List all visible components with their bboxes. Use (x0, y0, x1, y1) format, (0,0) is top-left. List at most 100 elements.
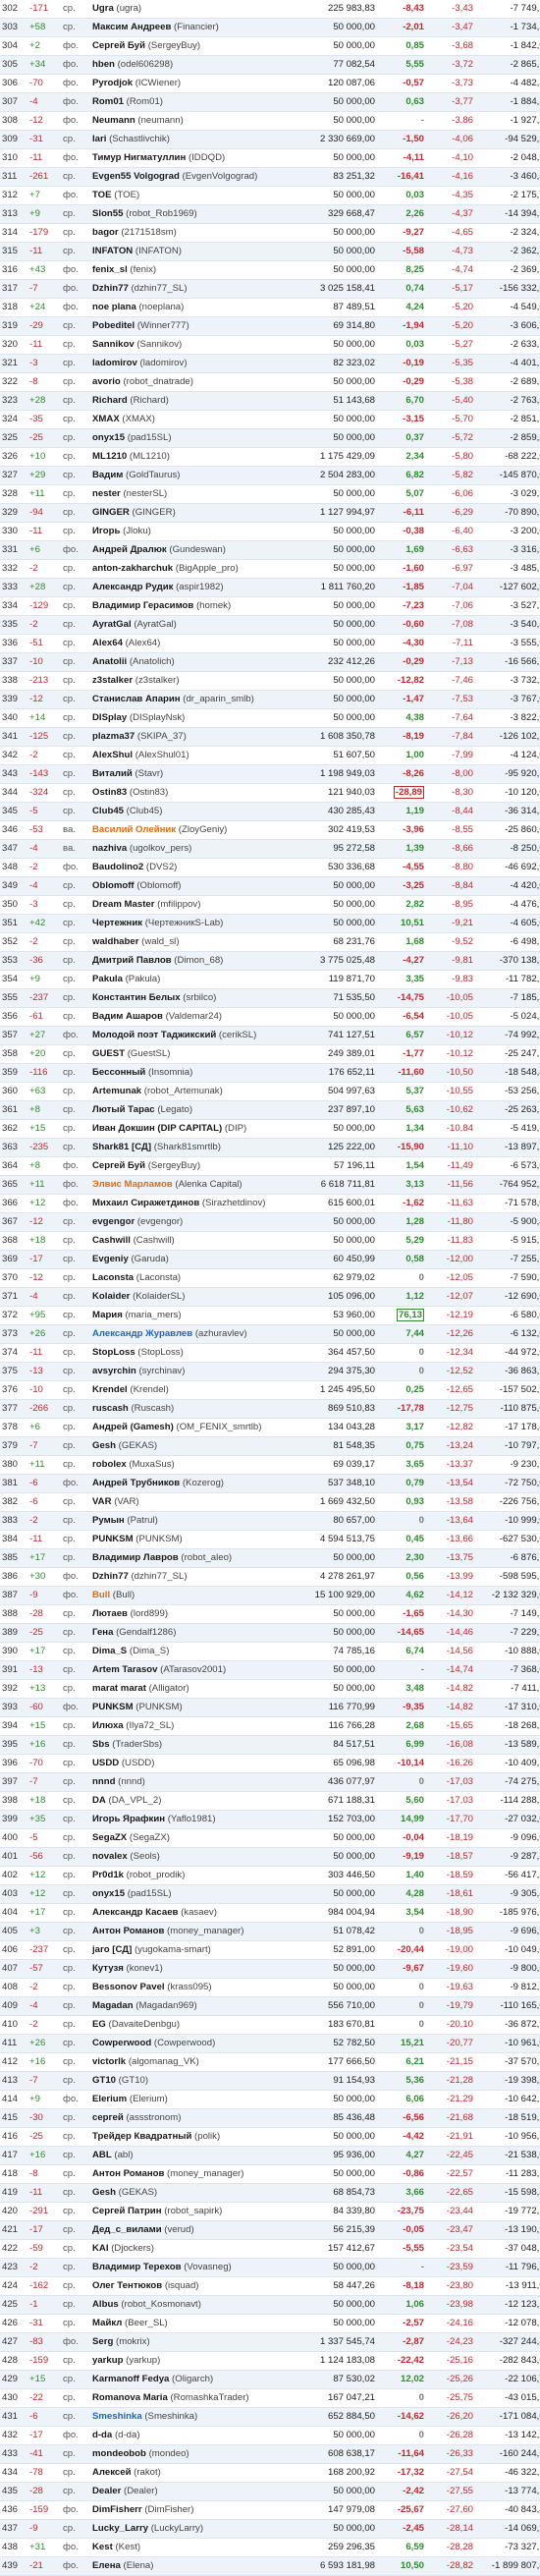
participant-name-link[interactable]: Bessonov Pavel (92, 1982, 165, 1992)
table-row[interactable]: 345 -5 ср. Club45 (Club45) 430 285,43 1,19 -8,… (0, 802, 540, 821)
table-row[interactable]: 316 +43 фо. fenix_sl (fenix) 50 000,00 8,25 -4… (0, 260, 540, 280)
table-row[interactable]: 318 +24 фо. noe plana (noeplana) 87 489,51 4,… (0, 298, 540, 317)
participant-name-link[interactable]: GINGER (92, 507, 130, 518)
table-row[interactable]: 431 -6 ср. Smeshinka (Smeshinka) 652 884,50-… (0, 2407, 540, 2427)
table-row[interactable]: 328 +11 ср. nester (nesterSL) 50 000,00 5,07-… (0, 484, 540, 504)
table-row[interactable]: 408 -2 ср. Bessonov Pavel (krass095) 50 000,… (0, 1978, 540, 1997)
table-row[interactable]: 421 -17 ср. Дед_с_вилами (verud) 56 215,39 -0… (0, 2220, 540, 2240)
participant-name-link[interactable]: Александр Журавлев (92, 1328, 192, 1339)
participant-name-link[interactable]: Дед_с_вилами (92, 2224, 162, 2235)
participant-name-link[interactable]: Александр Рудик (92, 582, 173, 592)
table-row[interactable]: 391 -13 ср. Artem Tarasov (ATarasov2001) 50 … (0, 1660, 540, 1680)
table-row[interactable]: 358 +20 ср. GUEST (GuestSL) 249 389,01 -1,77-… (0, 1044, 540, 1064)
table-row[interactable]: 417 +16 ср. ABL (abl) 95 936,00 4,27 -22,45 -21… (0, 2146, 540, 2165)
table-row[interactable]: 335 -2 ср. AyratGal (AyratGal) 50 000,00 -0,6… (0, 615, 540, 635)
table-row[interactable]: 324 -35 ср. XMAX (XMAX) 50 000,00 -3,15 -5,70-… (0, 410, 540, 429)
table-row[interactable]: 362 +15 ср. Иван Докшин (DIP CAPITAL) (DIP)… (0, 1119, 540, 1139)
participant-name-link[interactable]: Bull (92, 1590, 110, 1600)
table-row[interactable]: 409 -4 ср. Magadan (Magadan969) 556 710,00 0-… (0, 1996, 540, 2016)
table-row[interactable]: 366 +12 фо. Михаил Сиражетдинов (Sirazhetdi… (0, 1194, 540, 1213)
participant-name-link[interactable]: Лютаев (92, 1608, 128, 1619)
participant-name-link[interactable]: Бессонный (92, 1067, 145, 1078)
participant-name-link[interactable]: Сергей Буй (92, 40, 145, 51)
participant-name-link[interactable]: KAI (92, 2243, 109, 2254)
table-row[interactable]: 351 +42 ср. Чертежник (ЧертежникS-Lab) 50 00… (0, 914, 540, 933)
table-row[interactable]: 349 -4 ср. Oblomoff (Oblomoff) 50 000,00 -3,2… (0, 876, 540, 896)
table-row[interactable]: 354 +9 ср. Pakula (Pakula) 119 871,70 3,35 -9,… (0, 970, 540, 989)
table-row[interactable]: 364 +8 фо. Сергей Буй (SergeyBuy) 57 196,11 1… (0, 1156, 540, 1176)
participant-name-link[interactable]: Smeshinka (92, 2411, 142, 2422)
table-row[interactable]: 394 +15 ср. Илюха (Ilya72_SL) 116 766,28 2,68… (0, 1716, 540, 1736)
participant-name-link[interactable]: Илюха (92, 1720, 124, 1731)
table-row[interactable]: 418 -8 ср. Антон Романов (money_manager) 50 … (0, 2164, 540, 2184)
table-row[interactable]: 379 -7 ср. Gesh (GEKAS) 81 548,35 0,75 -13,24-… (0, 1436, 540, 1456)
table-row[interactable]: 336 -51 ср. Alex64 (Alex64) 50 000,00 -4,30 -7… (0, 634, 540, 653)
participant-name-link[interactable]: DISplay (92, 712, 127, 723)
participant-name-link[interactable]: Андрей Трубников (92, 1478, 180, 1488)
table-row[interactable]: 327 +29 ср. Вадим (GoldTaurus) 2 504 283,00 6… (0, 466, 540, 485)
participant-name-link[interactable]: SegaZX (92, 1832, 127, 1843)
table-row[interactable]: 427 -83 фо. Serg (mokrix) 1 337 545,74 -2,87-… (0, 2332, 540, 2352)
participant-name-link[interactable]: avorio (92, 376, 121, 387)
participant-name-link[interactable]: Алексей (92, 2467, 131, 2478)
participant-name-link[interactable]: GT10 (92, 2075, 116, 2086)
table-row[interactable]: 302 -171 ср. Ugra (ugra) 225 983,83 -8,43 -3,4… (0, 0, 540, 19)
participant-name-link[interactable]: victorlk (92, 2056, 126, 2067)
participant-name-link[interactable]: anton-zakharchuk (92, 563, 173, 574)
table-row[interactable]: 346 -53 ва. Василий Олейник (ZloyGeniy) 302 … (0, 820, 540, 840)
participant-name-link[interactable]: Ugra (92, 3, 114, 14)
table-row[interactable]: 433 -41 ср. mondeobob (mondeo) 608 638,17 -11… (0, 2444, 540, 2464)
table-row[interactable]: 315 -11 ср. INFATON (INFATON) 50 000,00 -5,58… (0, 242, 540, 261)
participant-name-link[interactable]: novalex (92, 1851, 128, 1862)
table-row[interactable]: 308 -12 фо. Neumann (neumann) 50 000,00- -3,8… (0, 111, 540, 131)
participant-name-link[interactable]: Sbs (92, 1739, 110, 1750)
participant-name-link[interactable]: jaro [СД] (92, 1944, 132, 1955)
participant-name-link[interactable]: fenix_sl (92, 264, 128, 275)
participant-name-link[interactable]: Сергей Буй (92, 1160, 145, 1171)
participant-name-link[interactable]: AlexShul (92, 750, 133, 760)
table-row[interactable]: 369 -17 ср. Evgeniy (Garuda) 60 450,99 0,58 -1… (0, 1250, 540, 1269)
participant-name-link[interactable]: Андрей (Gamesh) (92, 1422, 174, 1432)
participant-name-link[interactable]: ABL (92, 2150, 112, 2160)
participant-name-link[interactable]: Kest (92, 2542, 113, 2552)
participant-name-link[interactable]: Elerium (92, 2094, 127, 2104)
participant-name-link[interactable]: onyx15 (92, 1888, 125, 1899)
participant-name-link[interactable]: Dream Master (92, 899, 154, 910)
participant-name-link[interactable]: Dealer (92, 2486, 121, 2496)
participant-name-link[interactable]: StopLoss (92, 1347, 135, 1358)
table-row[interactable]: 338 -213 ср. z3stalker (z3stalker) 50 000,00… (0, 671, 540, 691)
table-row[interactable]: 376 -10 ср. Krendel (Krendel) 1 245 495,50 0,… (0, 1380, 540, 1400)
participant-name-link[interactable]: сергей (92, 2112, 124, 2123)
participant-name-link[interactable]: Serg (92, 2336, 113, 2347)
table-row[interactable]: 325 -25 ср. onyx15 (pad15SL) 50 000,00 0,37 -5… (0, 428, 540, 448)
participant-name-link[interactable]: ladomirov (92, 358, 137, 368)
table-row[interactable]: 341 -125 ср. plazma37 (SKIPA_37) 1 608 350,7… (0, 727, 540, 747)
participant-name-link[interactable]: Alex64 (92, 638, 123, 648)
table-row[interactable]: 344 -324 ср. Ostin83 (Ostin83) 121 940,03 -28… (0, 783, 540, 803)
participant-name-link[interactable]: nnnd (92, 1776, 115, 1787)
participant-name-link[interactable]: Club45 (92, 806, 124, 816)
table-row[interactable]: 310 -11 фо. Тимур Нигматуллин (IDDQD) 50 000… (0, 148, 540, 168)
participant-name-link[interactable]: DA (92, 1795, 106, 1806)
participant-name-link[interactable]: Владимир Лавров (92, 1552, 179, 1563)
table-row[interactable]: 320 -11 ср. Sannikov (Sannikov) 50 000,00 0,0… (0, 335, 540, 355)
participant-name-link[interactable]: Тимур Нигматуллин (92, 152, 186, 163)
participant-name-link[interactable]: Молодой поэт Таджикский (92, 1030, 216, 1040)
table-row[interactable]: 389 -25 ср. Гена (Gendalf1286) 50 000,00 -14,… (0, 1623, 540, 1643)
table-row[interactable]: 309 -31 ср. Iari (Schastlivchik) 2 330 669,0… (0, 130, 540, 149)
table-row[interactable]: 317 -7 фо. Dzhin77 (dzhin77_SL) 3 025 158,41… (0, 279, 540, 299)
participant-name-link[interactable]: Чертежник (92, 918, 142, 928)
participant-name-link[interactable]: GUEST (92, 1048, 125, 1059)
participant-name-link[interactable]: hben (92, 59, 115, 70)
table-row[interactable]: 422 -59 ср. KAI (Djockers) 157 412,67 -5,55 -2… (0, 2239, 540, 2259)
table-row[interactable]: 404 +17 ср. Александр Касаев (kasaev) 984 00… (0, 1903, 540, 1923)
participant-name-link[interactable]: Румын (92, 1515, 125, 1526)
table-row[interactable]: 311 -261 ср. Evgen55 Volgograd (EvgenVolgog… (0, 167, 540, 187)
table-row[interactable]: 373 +26 ср. Александр Журавлев (azhuravlev)… (0, 1324, 540, 1344)
table-row[interactable]: 305 +34 фо. hben (odel606298) 77 082,54 5,55-… (0, 55, 540, 75)
participant-name-link[interactable]: Slon55 (92, 208, 123, 219)
table-row[interactable]: 384 -11 ср. PUNKSM (PUNKSM) 4 594 513,75 0,45… (0, 1530, 540, 1549)
table-row[interactable]: 350 -3 ср. Dream Master (mfilippov) 50 000,0… (0, 895, 540, 915)
participant-name-link[interactable]: Лютый Тарас (92, 1104, 155, 1115)
table-row[interactable]: 332 -2 ср. anton-zakharchuk (BigApple_pro) 5… (0, 559, 540, 579)
